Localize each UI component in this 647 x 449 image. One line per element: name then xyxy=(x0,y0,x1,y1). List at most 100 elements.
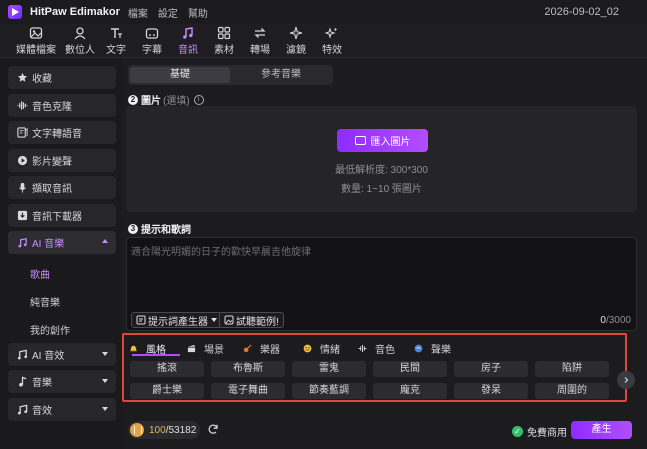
step-number: 3 xyxy=(128,223,138,234)
credits-total: /53182 xyxy=(165,424,197,436)
image-upload-area[interactable]: 匯入圖片 最低解析度: 300*300 數量: 1~10 張圖片 xyxy=(126,106,637,212)
tool-audio[interactable]: 音訊 xyxy=(170,24,206,57)
sidebar-item-ai-music[interactable]: AI 音樂 xyxy=(8,231,116,254)
info-icon[interactable]: i xyxy=(193,94,204,105)
avatar-icon xyxy=(73,25,87,40)
star-icon xyxy=(16,72,28,84)
vocal-icon xyxy=(413,344,423,354)
tag-chip[interactable]: 布魯斯 xyxy=(211,361,285,377)
import-image-button[interactable]: 匯入圖片 xyxy=(337,129,428,152)
tag-chip[interactable]: 電子舞曲 xyxy=(211,383,285,399)
tag-tab-scene[interactable]: 場景 xyxy=(186,341,224,356)
microphone-icon xyxy=(16,182,28,194)
tag-tab-instrument[interactable]: 樂器 xyxy=(242,341,280,356)
tool-label: 音訊 xyxy=(178,45,198,56)
menu-file[interactable]: 檔案 xyxy=(128,5,148,20)
check-circle-icon: ✓ xyxy=(512,426,523,437)
tag-chip[interactable]: 龐克 xyxy=(373,383,447,399)
waveform-icon xyxy=(16,100,28,112)
prompt-generator-label: 提示詞產生器 xyxy=(148,316,208,328)
sidebar-sub-songs[interactable]: 歌曲 xyxy=(30,266,50,281)
effect-icon xyxy=(325,25,339,40)
tool-effect[interactable]: 特效 xyxy=(314,24,350,57)
image-add-icon xyxy=(354,136,366,145)
footer-bar: 100 /53182 ✓ 免費商用 產生 xyxy=(122,418,647,449)
tag-chip[interactable]: 節奏藍調 xyxy=(292,383,366,399)
sidebar-item-voice-changer[interactable]: 影片變聲 xyxy=(8,149,116,172)
tab-reference-music[interactable]: 參考音樂 xyxy=(231,67,331,83)
sidebar-item-voice-clone[interactable]: 音色克隆 xyxy=(8,94,116,117)
smiley-icon xyxy=(302,344,312,354)
free-commercial-label: 免費商用 xyxy=(527,428,567,439)
image-example-icon xyxy=(224,315,234,325)
tags-next-button[interactable] xyxy=(617,371,635,389)
refresh-icon[interactable] xyxy=(207,423,219,435)
listen-example-button[interactable]: 試聽範例! xyxy=(219,312,284,328)
tool-filter[interactable]: 濾鏡 xyxy=(278,24,314,57)
tag-tab-vocal[interactable]: 聲樂 xyxy=(413,341,451,356)
tool-label: 素材 xyxy=(214,45,234,56)
tag-chip[interactable]: 房子 xyxy=(454,361,528,377)
menu-help[interactable]: 幫助 xyxy=(188,5,208,20)
subtitle-icon xyxy=(145,25,159,40)
tag-chip[interactable]: 發呆 xyxy=(454,383,528,399)
sidebar-item-label: 擷取音訊 xyxy=(32,184,72,195)
menu-settings[interactable]: 設定 xyxy=(158,5,178,20)
audio-icon xyxy=(181,25,195,40)
tag-chip[interactable]: 搖滾 xyxy=(130,361,204,377)
tool-transition[interactable]: 轉場 xyxy=(242,24,278,57)
tool-media[interactable]: 媒體檔案 xyxy=(10,24,62,57)
sound-effect-icon xyxy=(16,404,28,416)
document-icon xyxy=(136,315,146,325)
prompt-textarea[interactable]: 適合陽光明媚的日子的歡快早晨吉他旋律 提示詞產生器 試聽範例! 0/3000 xyxy=(126,237,637,331)
sidebar-item-music[interactable]: 音樂 xyxy=(8,370,116,393)
sidebar-sub-instrumental[interactable]: 純音樂 xyxy=(30,294,60,309)
sidebar-item-extract-audio[interactable]: 擷取音訊 xyxy=(8,176,116,199)
generate-button[interactable]: 產生 xyxy=(571,421,632,439)
music-note-icon xyxy=(16,376,28,388)
tool-label: 文字 xyxy=(106,45,126,56)
tool-subtitle[interactable]: 字幕 xyxy=(134,24,170,57)
tag-tab-label: 樂器 xyxy=(260,345,280,356)
tool-text[interactable]: 文字 xyxy=(98,24,134,57)
tag-chip[interactable]: 周圍的 xyxy=(535,383,609,399)
tool-label: 濾鏡 xyxy=(286,45,306,56)
character-max: /3000 xyxy=(605,315,631,326)
app-name: HitPaw Edimakor xyxy=(30,6,120,18)
sidebar-item-ai-sfx[interactable]: AI 音效 xyxy=(8,343,116,366)
image-count-hint: 數量: 1~10 張圖片 xyxy=(341,184,422,195)
credits-used: 100 xyxy=(149,424,166,436)
tag-chip[interactable]: 民間 xyxy=(373,361,447,377)
sidebar-item-favorites[interactable]: 收藏 xyxy=(8,66,116,89)
tag-chip[interactable]: 爵士樂 xyxy=(130,383,204,399)
sidebar-item-audio-downloader[interactable]: 音訊下載器 xyxy=(8,204,116,227)
tool-material[interactable]: 素材 xyxy=(206,24,242,57)
import-image-label: 匯入圖片 xyxy=(370,137,411,148)
tag-chip[interactable]: 雷鬼 xyxy=(292,361,366,377)
section-title: 提示和歌詞 xyxy=(141,225,191,236)
sidebar-item-label: 文字轉語音 xyxy=(32,129,82,140)
coin-icon xyxy=(130,423,144,437)
prompt-generator-button[interactable]: 提示詞產生器 xyxy=(131,312,222,328)
sidebar-item-label: 音訊下載器 xyxy=(32,212,82,223)
tag-tab-timbre[interactable]: 音色 xyxy=(357,341,395,356)
chevron-down-icon xyxy=(102,407,108,411)
sidebar-item-label: AI 音效 xyxy=(32,351,65,362)
tool-avatar[interactable]: 數位人 xyxy=(62,24,98,57)
tab-basic[interactable]: 基礎 xyxy=(130,67,230,83)
text-icon xyxy=(109,25,123,40)
tag-tab-mood[interactable]: 情緒 xyxy=(302,341,340,356)
character-counter: 0/3000 xyxy=(600,315,631,326)
sidebar-item-text-to-speech[interactable]: 文字轉語音 xyxy=(8,121,116,144)
tag-chip[interactable]: 陷阱 xyxy=(535,361,609,377)
tag-tab-label: 場景 xyxy=(204,345,224,356)
image-section-title: 2 圖片 (選填) i xyxy=(128,92,204,107)
sidebar-item-label: 音樂 xyxy=(32,378,52,389)
chevron-down-icon xyxy=(102,379,108,383)
audio-sidebar: 收藏 音色克隆 文字轉語音 影片變聲 擷取音訊 音訊下載器 AI 音樂 歌曲 純… xyxy=(0,59,122,449)
sidebar-item-sound-effects[interactable]: 音效 xyxy=(8,398,116,421)
sidebar-sub-my-creations[interactable]: 我的創作 xyxy=(30,322,70,337)
download-icon xyxy=(16,210,28,222)
tag-tab-label: 音色 xyxy=(375,345,395,356)
chevron-down-icon xyxy=(211,318,217,322)
